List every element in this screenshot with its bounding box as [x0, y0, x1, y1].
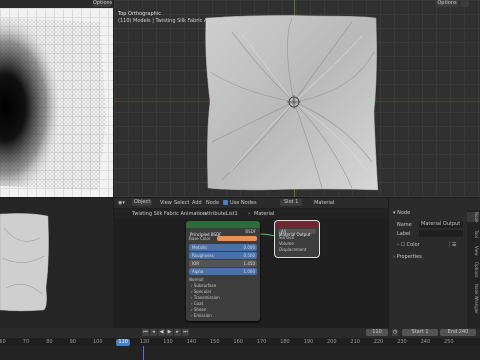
- render-preview[interactable]: [0, 198, 113, 328]
- tab-options[interactable]: Options: [467, 262, 479, 277]
- ruler-tick-label: 70: [22, 339, 30, 345]
- ruler-tick-label: 150: [210, 339, 220, 345]
- uv-mesh-image: [0, 18, 106, 190]
- panel-emission[interactable]: › Emission: [186, 313, 260, 319]
- image-editor[interactable]: Options: [0, 0, 113, 197]
- ruler-tick-label: 200: [327, 339, 337, 345]
- uv-options-button[interactable]: Options: [93, 0, 112, 7]
- playhead-line: [143, 346, 144, 360]
- ruler-tick-label: 190: [303, 339, 314, 345]
- start-frame-field[interactable]: Start 1: [402, 329, 438, 336]
- tab-view[interactable]: View: [467, 246, 479, 256]
- view-name: Top Orthographic: [118, 11, 161, 17]
- sidebar-tabs: Node Tool View Options Node Wrangler: [467, 210, 480, 328]
- prev-keyframe-icon[interactable]: ◂: [150, 329, 157, 336]
- node-section-header[interactable]: ▾ Node: [393, 210, 410, 217]
- color-preset-icon[interactable]: ⋮☰: [447, 242, 456, 249]
- name-field[interactable]: Material Output: [419, 221, 463, 228]
- tab-node-wrangler[interactable]: Node Wrangler: [467, 284, 479, 314]
- ruler-tick-label: 230: [397, 339, 407, 345]
- output-node-header[interactable]: Material Output: [275, 221, 319, 237]
- end-frame-field[interactable]: End 240: [440, 329, 476, 336]
- ruler-tick-label: 160: [233, 339, 243, 345]
- principled-bsdf-node[interactable]: Principled BSDF BSDF Base Color Metallic…: [186, 221, 260, 321]
- bsdf-node-header[interactable]: Principled BSDF: [186, 221, 260, 237]
- ruler-tick-label: 250: [444, 339, 454, 345]
- tab-tool[interactable]: Tool: [467, 230, 479, 238]
- ruler-tick-label: 210: [350, 339, 360, 345]
- jump-start-icon[interactable]: ⏮: [142, 329, 149, 336]
- next-keyframe-icon[interactable]: ▸: [174, 329, 181, 336]
- ruler-tick-label: 120: [139, 339, 150, 345]
- name-label: Name: [397, 222, 412, 228]
- normal-socket-label: Normal: [189, 277, 204, 282]
- displacement-socket[interactable]: Displacement: [275, 247, 319, 253]
- ruler-tick-label: 240: [420, 339, 431, 345]
- ruler-tick-label: 100: [93, 339, 103, 345]
- ruler-tick-label: 170: [256, 339, 267, 345]
- current-frame-field[interactable]: 110: [366, 329, 388, 336]
- play-icon[interactable]: ▶: [166, 329, 173, 336]
- properties-section-header[interactable]: › Properties: [393, 254, 422, 261]
- ruler-tick-label: 180: [280, 339, 290, 345]
- viewport-3d[interactable]: Top Orthographic (110) Models | Twisting…: [114, 0, 480, 197]
- clock-icon[interactable]: ◷: [392, 329, 398, 336]
- tab-node[interactable]: Node: [467, 212, 479, 223]
- uv-canvas[interactable]: [0, 8, 113, 197]
- ruler-tick-label: 140: [186, 339, 197, 345]
- ruler-tick-label: 130: [163, 339, 173, 345]
- color-toggle[interactable]: › ☐ Color: [397, 242, 420, 249]
- fabric-preview-image: [0, 213, 49, 312]
- jump-end-icon[interactable]: ⏭: [182, 329, 189, 336]
- play-reverse-icon[interactable]: ◀: [158, 329, 165, 336]
- base-color-swatch[interactable]: [217, 236, 257, 241]
- viewport-options-button[interactable]: Options: [436, 0, 458, 7]
- roughness-field[interactable]: Roughness 0.500: [189, 252, 257, 259]
- metallic-field[interactable]: Metallic 0.000: [189, 244, 257, 251]
- base-color-row[interactable]: Base Color: [186, 235, 260, 243]
- label-field[interactable]: [419, 230, 463, 237]
- ior-field[interactable]: IOR 1.450: [189, 260, 257, 267]
- material-output-node[interactable]: Material Output All Surface Volume Displ…: [274, 220, 320, 258]
- viewport-menu-dots-icon[interactable]: [461, 0, 469, 7]
- ruler-tick-label: 60: [0, 339, 6, 345]
- ruler-tick-label: 80: [46, 339, 53, 345]
- alpha-field[interactable]: Alpha 1.000: [189, 268, 257, 275]
- ruler-tick-label: 220: [373, 339, 384, 345]
- label-label: Label: [397, 231, 411, 237]
- silk-fabric-mesh[interactable]: [202, 12, 382, 194]
- base-color-label: Base Color: [189, 236, 211, 241]
- ruler-tick-label: 90: [69, 339, 76, 345]
- playhead-frame-label: 110: [116, 339, 130, 346]
